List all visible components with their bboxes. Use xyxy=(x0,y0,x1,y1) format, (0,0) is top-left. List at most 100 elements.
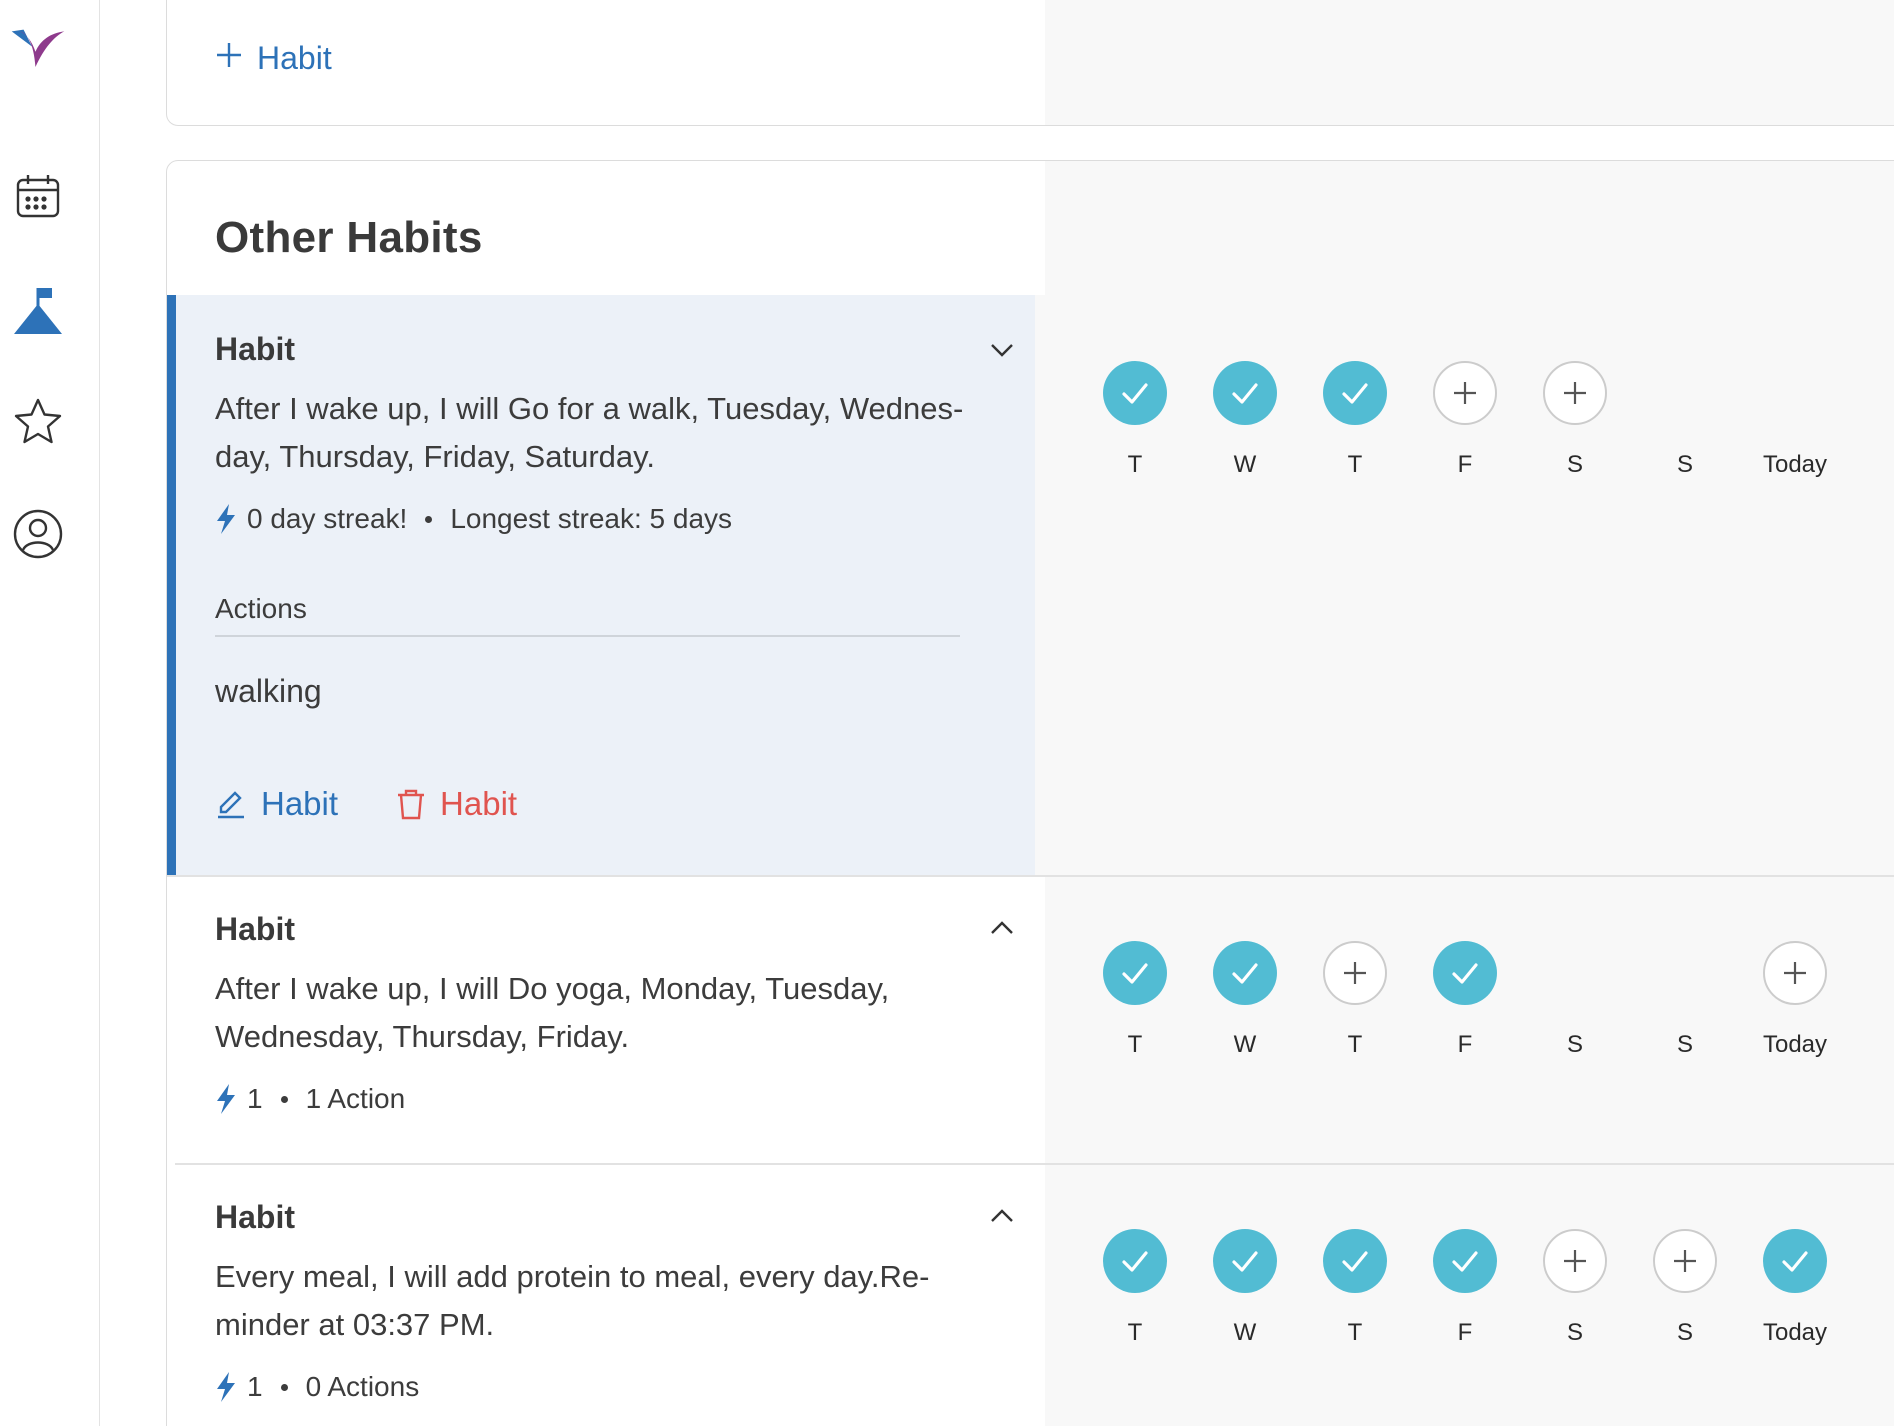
check-icon xyxy=(1782,1251,1808,1272)
chevron-up-icon[interactable] xyxy=(987,1201,1017,1231)
day-column: T xyxy=(1323,1229,1387,1347)
check-icon xyxy=(1452,963,1478,984)
day-column: Today xyxy=(1763,941,1827,1059)
streak-line: 1 1 Action xyxy=(215,1083,405,1115)
habit-details: Habit After I wake up, I will Go for a w… xyxy=(167,295,1035,875)
delete-habit-label: Habit xyxy=(440,785,518,822)
day-label: W xyxy=(1233,1319,1257,1346)
plus-icon xyxy=(1564,382,1586,404)
pencil-icon xyxy=(218,791,244,819)
day-column: W xyxy=(1213,941,1277,1059)
habit-description: After I wake up, I will Do yoga, Monday,… xyxy=(215,971,890,1054)
lightning-bolt-icon xyxy=(217,1372,235,1402)
day-add-button[interactable] xyxy=(1543,1229,1607,1293)
day-column: F xyxy=(1433,1229,1497,1347)
streak-line: 0 day streak! Longest streak: 5 days xyxy=(215,503,732,535)
day-column: Today xyxy=(1763,361,1827,479)
day-label: Today xyxy=(1762,1319,1828,1346)
separator-dot xyxy=(280,1383,288,1391)
day-completed-button[interactable] xyxy=(1103,1229,1167,1293)
day-completed-button[interactable] xyxy=(1323,361,1387,425)
other-habits-card: Other Habits Habit After I wake up, I wi… xyxy=(166,160,1894,1426)
habit-description: After I wake up, I will Go for a walk, T… xyxy=(215,391,964,474)
day-label: T xyxy=(1347,451,1363,478)
day-label: T xyxy=(1347,1031,1363,1058)
action-item: walking xyxy=(215,673,322,709)
day-completed-button[interactable] xyxy=(1213,941,1277,1005)
actions-header: Actions xyxy=(215,593,960,637)
day-add-button[interactable] xyxy=(1323,941,1387,1005)
lightning-bolt-icon xyxy=(217,1084,235,1114)
delete-habit-button[interactable]: Habit xyxy=(396,785,517,823)
habit-buttons: Habit Habit xyxy=(215,785,517,823)
day-completed-button[interactable] xyxy=(1433,1229,1497,1293)
day-add-button[interactable] xyxy=(1433,361,1497,425)
edit-habit-button[interactable]: Habit xyxy=(215,785,338,823)
day-label: Today xyxy=(1762,1031,1828,1058)
day-completed-button[interactable] xyxy=(1213,1229,1277,1293)
day-completed-button[interactable] xyxy=(1433,941,1497,1005)
day-column: W xyxy=(1213,361,1277,479)
check-icon xyxy=(1122,383,1148,404)
separator-dot xyxy=(425,515,433,523)
habit-label: Habit xyxy=(215,331,295,367)
mountain-flag-icon[interactable] xyxy=(10,282,66,338)
check-icon xyxy=(1232,383,1258,404)
day-column: S xyxy=(1653,361,1717,479)
day-completed-button[interactable] xyxy=(1103,361,1167,425)
separator-dot xyxy=(280,1095,288,1103)
lightning-bolt-icon xyxy=(217,504,235,534)
day-column: T xyxy=(1323,941,1387,1059)
plus-icon xyxy=(215,40,243,77)
calendar-icon[interactable] xyxy=(10,168,66,224)
day-label: S xyxy=(1566,1031,1583,1058)
sidebar xyxy=(0,0,100,1426)
day-label: T xyxy=(1347,1319,1363,1346)
brand-logo-icon[interactable] xyxy=(10,22,66,78)
day-column: F xyxy=(1433,941,1497,1059)
user-circle-icon[interactable] xyxy=(10,506,66,562)
day-label: S xyxy=(1676,1031,1693,1058)
plus-icon xyxy=(1674,1250,1696,1272)
day-add-button[interactable] xyxy=(1763,941,1827,1005)
add-habit-button[interactable]: Habit xyxy=(215,40,332,77)
streak-line: 1 0 Actions xyxy=(215,1371,419,1403)
plus-icon xyxy=(1344,962,1366,984)
day-completed-button[interactable] xyxy=(1323,1229,1387,1293)
habit-label: Habit xyxy=(215,911,295,947)
day-column: S xyxy=(1543,941,1607,1059)
chevron-up-icon[interactable] xyxy=(987,913,1017,943)
day-column: T xyxy=(1103,1229,1167,1347)
day-add-button[interactable] xyxy=(1653,1229,1717,1293)
check-icon xyxy=(1122,1251,1148,1272)
day-completed-button[interactable] xyxy=(1213,361,1277,425)
streak-secondary: Longest streak: 5 days xyxy=(450,503,733,534)
habit-row[interactable]: Habit After I wake up, I will Do yoga, M… xyxy=(167,875,1894,1163)
streak-text: 1 xyxy=(247,1371,263,1402)
day-label: W xyxy=(1233,1031,1257,1058)
day-empty-slot xyxy=(1763,361,1827,425)
day-label: S xyxy=(1676,451,1693,478)
add-habit-card: Habit xyxy=(166,0,1894,126)
day-label: S xyxy=(1676,1319,1693,1346)
streak-secondary: 1 Action xyxy=(305,1083,406,1114)
day-column: S xyxy=(1543,1229,1607,1347)
day-column: W xyxy=(1213,1229,1277,1347)
plus-icon xyxy=(1564,1250,1586,1272)
habit-row[interactable]: Habit Every meal, I will add protein to … xyxy=(167,1163,1894,1426)
day-label: S xyxy=(1566,451,1583,478)
day-completed-button[interactable] xyxy=(1763,1229,1827,1293)
edit-habit-label: Habit xyxy=(261,785,339,822)
day-completed-button[interactable] xyxy=(1103,941,1167,1005)
day-label: F xyxy=(1457,451,1473,478)
day-column: T xyxy=(1103,941,1167,1059)
day-add-button[interactable] xyxy=(1543,361,1607,425)
day-label: F xyxy=(1457,1319,1473,1346)
day-column: T xyxy=(1103,361,1167,479)
day-label: S xyxy=(1566,1319,1583,1346)
day-empty-slot xyxy=(1543,941,1607,1005)
habit-row[interactable]: Habit After I wake up, I will Go for a w… xyxy=(167,295,1894,875)
chevron-down-icon[interactable] xyxy=(987,335,1017,365)
star-icon[interactable] xyxy=(10,394,66,450)
check-icon xyxy=(1232,963,1258,984)
